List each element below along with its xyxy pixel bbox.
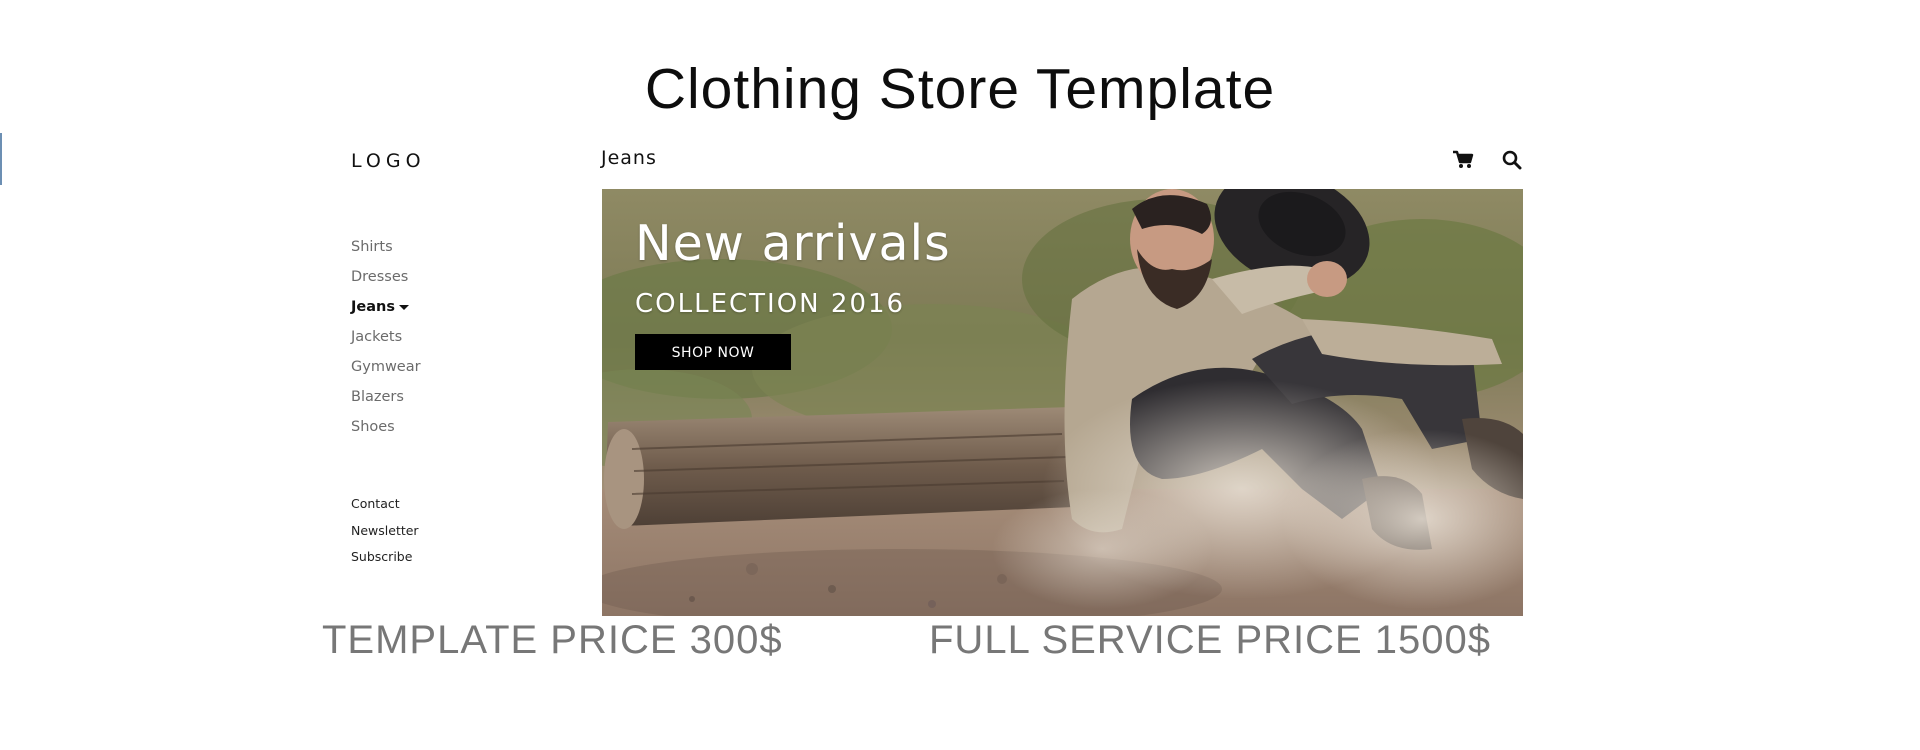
edge-marker [0,133,2,185]
full-service-price: FULL SERVICE PRICE 1500$ [929,618,1492,662]
template-price: TEMPLATE PRICE 300$ [322,618,783,662]
contact-link[interactable]: Contact [351,496,419,523]
hero-heading: New arrivals [635,215,951,272]
hero-subheading: COLLECTION 2016 [635,289,906,319]
sidebar-item-jackets[interactable]: Jackets [351,329,421,359]
page-canvas: Clothing Store Template LOGO Jeans Shirt… [0,0,1920,750]
sidebar-item-jeans[interactable]: Jeans [351,299,421,329]
logo[interactable]: LOGO [351,150,426,172]
subscribe-link[interactable]: Subscribe [351,549,419,576]
sidebar-item-label: Blazers [351,389,404,405]
sidebar-item-label: Jackets [351,329,403,345]
shopping-cart-icon[interactable] [1452,150,1474,170]
footer-links: Contact Newsletter Subscribe [351,496,419,576]
newsletter-link[interactable]: Newsletter [351,523,419,550]
hero-banner: New arrivals COLLECTION 2016 SHOP NOW [602,189,1523,616]
sidebar-item-label: Shirts [351,239,393,255]
category-nav: Shirts Dresses Jeans Jackets Gymwear Bla… [351,239,421,449]
search-icon[interactable] [1501,150,1523,170]
sidebar-item-gymwear[interactable]: Gymwear [351,359,421,389]
sidebar-item-label: Shoes [351,419,395,435]
sidebar-item-label: Gymwear [351,359,421,375]
caret-down-icon [398,304,409,310]
sidebar-item-blazers[interactable]: Blazers [351,389,421,419]
shop-now-button[interactable]: SHOP NOW [635,334,791,370]
sidebar-item-label: Jeans [351,299,395,315]
header-title: Jeans [601,147,657,169]
sidebar-item-label: Dresses [351,269,409,285]
page-title: Clothing Store Template [644,57,1276,121]
sidebar-item-shoes[interactable]: Shoes [351,419,421,449]
sidebar-item-dresses[interactable]: Dresses [351,269,421,299]
sidebar-item-shirts[interactable]: Shirts [351,239,421,269]
